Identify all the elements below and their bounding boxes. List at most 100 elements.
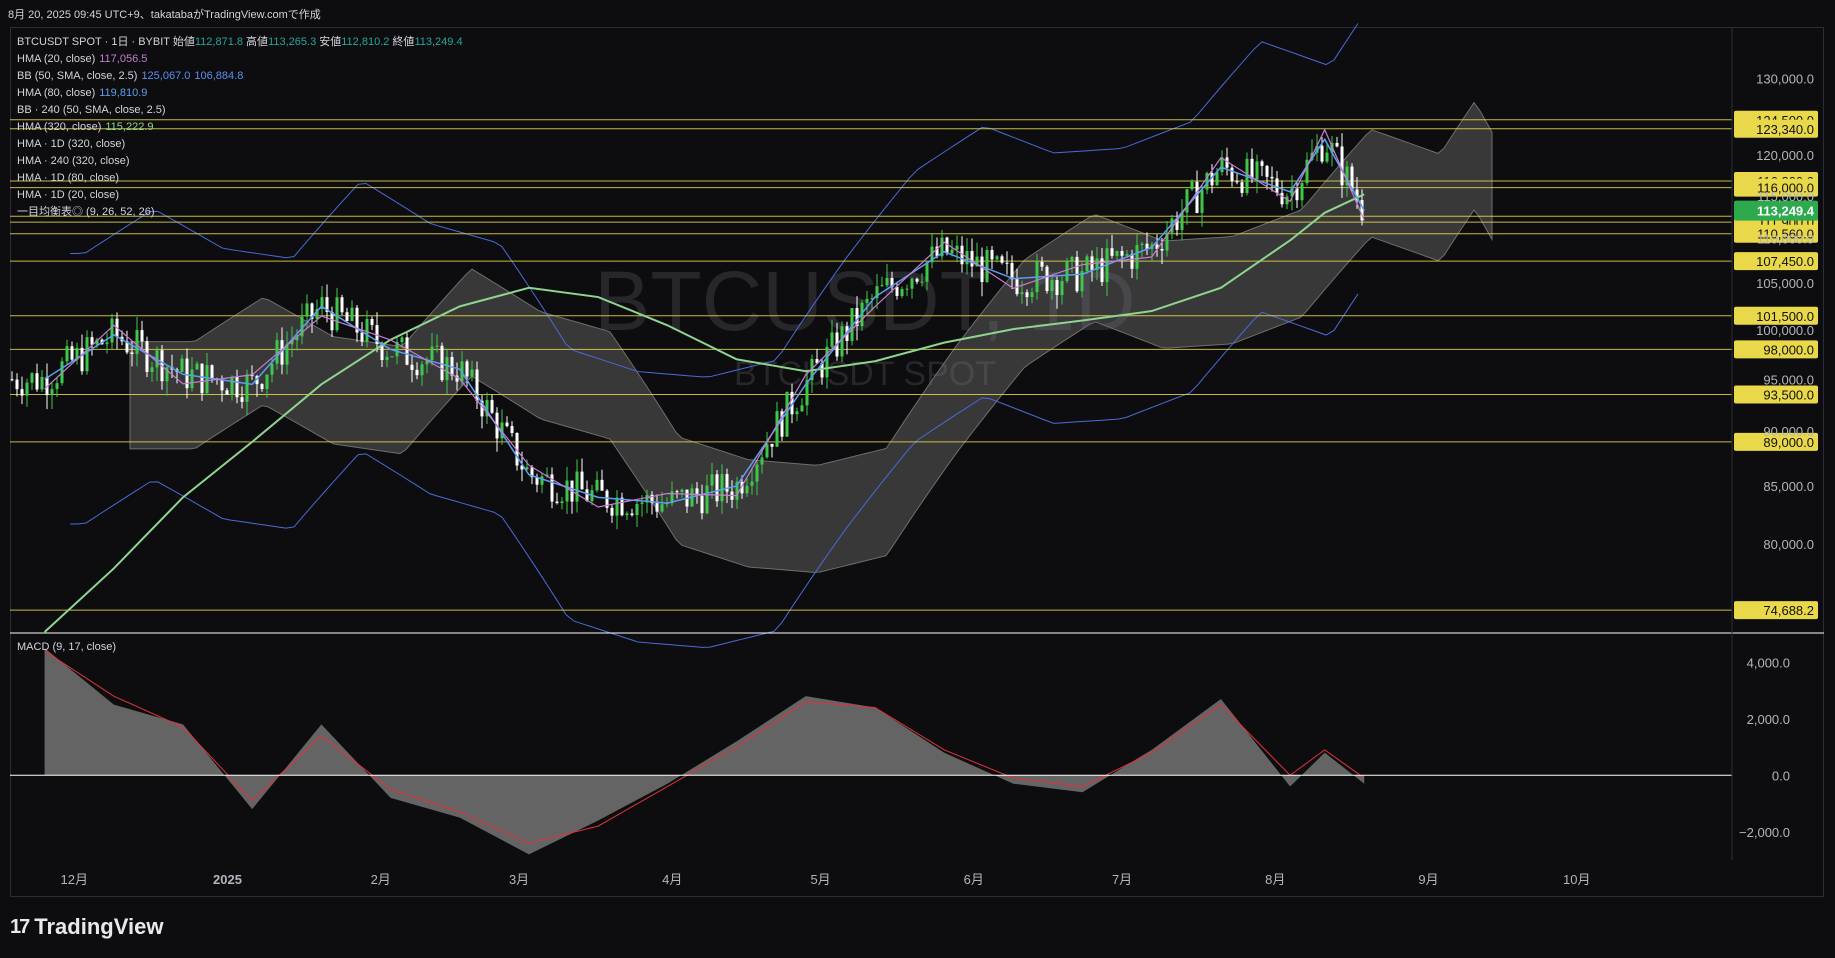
candle-body (980, 256, 984, 283)
legend-label: HMA · 240 (320, close) (17, 155, 130, 167)
legend-value: 117,056.5 (99, 53, 148, 65)
candle-body (235, 376, 239, 398)
legend-row: HMA (20, close) 117,056.5 (17, 51, 463, 68)
candle-body (760, 457, 764, 465)
candle-body (1200, 189, 1204, 213)
legend-value: 113,265.3 (268, 36, 317, 48)
candle-body (370, 319, 374, 326)
candle-body (1050, 280, 1054, 292)
candle-body (225, 390, 229, 395)
candle-body (130, 352, 134, 354)
candle-body (830, 332, 834, 347)
level-label: 98,000.0 (1763, 342, 1814, 357)
candle-body (220, 379, 224, 391)
candle-body (765, 443, 769, 458)
candle-body (540, 476, 544, 485)
candle-body (25, 382, 29, 396)
candle-body (995, 256, 999, 260)
candle-body (1065, 260, 1069, 282)
candle-body (885, 278, 889, 286)
candle-body (630, 513, 634, 516)
candle-body (505, 422, 509, 427)
candle-body (80, 347, 84, 372)
candle-body (955, 245, 959, 250)
candle-body (40, 376, 44, 390)
candle-body (1125, 254, 1129, 256)
candle-body (915, 278, 919, 282)
legend-label: 一目均衡表◎ (9, 26, 52, 26) (17, 206, 155, 218)
level-label: 93,500.0 (1763, 388, 1814, 403)
candle-body (55, 383, 59, 390)
candle-body (1265, 165, 1269, 177)
candle-body (50, 389, 54, 396)
candle-body (720, 474, 724, 502)
candle-body (1120, 250, 1124, 256)
legend-row: HMA · 1D (20, close) (17, 187, 463, 204)
macd-y-tick-label: 2,000.0 (1747, 712, 1790, 727)
candle-body (1010, 263, 1014, 280)
candle-body (910, 278, 914, 289)
legend-value: 125,067.0 (141, 70, 191, 82)
x-tick-label: 12月 (61, 872, 88, 887)
candle-body (1280, 192, 1284, 205)
y-tick-label: 130,000.0 (1756, 71, 1814, 86)
candle-body (1060, 281, 1064, 296)
candle-body (435, 345, 439, 347)
candle-body (680, 489, 684, 492)
candle-body (1115, 250, 1119, 256)
legend-row: BTCUSDT SPOT · 1日 · BYBIT 始値112,871.8 高値… (17, 34, 463, 51)
legend: BTCUSDT SPOT · 1日 · BYBIT 始値112,871.8 高値… (17, 34, 463, 221)
y-tick-label: 120,000.0 (1756, 148, 1814, 163)
candle-body (190, 369, 194, 389)
candle-body (150, 367, 154, 372)
legend-label: BB (50, SMA, close, 2.5) (17, 70, 138, 82)
legend-label: HMA · 1D (80, close) (17, 172, 120, 184)
candle-body (560, 501, 564, 504)
candle-body (230, 376, 234, 395)
candle-body (1040, 261, 1044, 267)
candle-body (825, 346, 829, 378)
macd-y-tick-label: 4,000.0 (1747, 655, 1790, 670)
candle-body (750, 481, 754, 486)
y-tick-label: 95,000.0 (1763, 372, 1814, 387)
legend-key: 終値 (389, 36, 415, 48)
candle-body (20, 389, 24, 396)
candle-body (635, 503, 639, 516)
candle-body (240, 397, 244, 402)
tradingview-logo[interactable]: 17 TradingView (10, 914, 163, 940)
legend-row: HMA · 1D (320, close) (17, 136, 463, 153)
candle-body (755, 464, 759, 482)
candle-body (205, 365, 209, 394)
candle-body (655, 503, 659, 512)
candle-body (445, 356, 449, 381)
last-price-label: 113,249.4 (1757, 204, 1815, 219)
candle-body (710, 474, 714, 486)
candle-body (580, 471, 584, 490)
candle-body (260, 384, 264, 390)
y-tick-label: 100,000.0 (1756, 323, 1814, 338)
level-label: 123,340.0 (1756, 122, 1814, 137)
x-tick-label: 9月 (1418, 872, 1438, 887)
x-tick-label: 6月 (964, 872, 984, 887)
candle-body (415, 369, 419, 376)
candle-body (490, 400, 494, 413)
candle-body (1190, 181, 1194, 190)
candle-body (1135, 245, 1139, 269)
level-label: 107,450.0 (1756, 254, 1814, 269)
candle-body (35, 373, 39, 390)
candle-body (715, 474, 719, 502)
candle-body (905, 288, 909, 290)
candle-body (1335, 142, 1339, 147)
candle-body (305, 303, 309, 317)
candle-body (1240, 182, 1244, 193)
candle-body (615, 497, 619, 516)
candle-body (900, 289, 904, 296)
candle-body (675, 491, 679, 493)
candle-body (465, 361, 469, 377)
candle-body (440, 345, 444, 381)
candle-body (895, 286, 899, 296)
legend-key: 安値 (316, 36, 342, 48)
candle-body (30, 373, 34, 383)
candle-body (990, 249, 994, 260)
candle-body (400, 337, 404, 343)
